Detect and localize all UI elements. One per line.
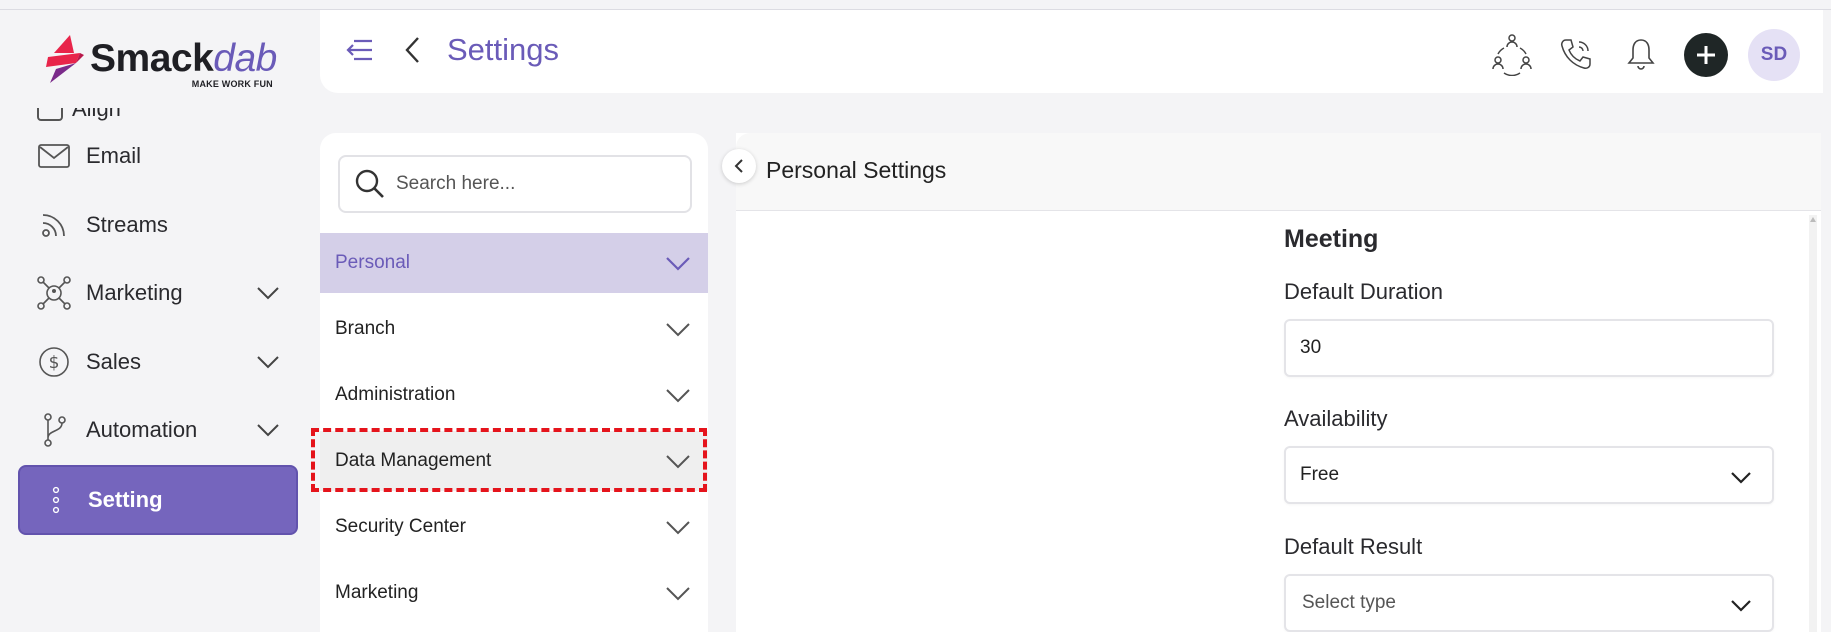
content-header: Personal Settings (722, 133, 1821, 211)
settings-menu-item-marketing[interactable]: Marketing (320, 563, 708, 623)
settings-menu-item-data-management[interactable]: Data Management (320, 431, 708, 491)
team-network-icon[interactable] (1490, 32, 1534, 76)
kebab-dots-icon (38, 482, 74, 518)
settings-menu-item-label: Data Management (335, 450, 492, 471)
sidebar-item-partial-label: Align (72, 108, 121, 121)
chevron-down-icon (664, 449, 692, 473)
sidebar-item-email[interactable]: Email (18, 124, 298, 188)
settings-menu-item-label: Branch (335, 318, 396, 339)
marketing-network-icon (36, 275, 72, 311)
search-input[interactable] (396, 173, 676, 195)
personal-settings-panel: Personal Settings Meeting Default Durati… (722, 133, 1821, 632)
avatar[interactable]: SD (1748, 29, 1800, 81)
settings-menu-item-personal[interactable]: Personal (320, 233, 708, 293)
settings-menu-item-label: Personal (335, 252, 410, 273)
smackdab-logo-icon (44, 33, 86, 85)
content-scrollbar[interactable] (1809, 215, 1817, 632)
top-header: Settings SD (320, 10, 1823, 93)
brand-logo[interactable]: Smackdab MAKE WORK FUN (44, 28, 284, 90)
phone-icon[interactable] (1554, 32, 1598, 76)
app-root: Smackdab MAKE WORK FUN Align Email Strea… (0, 0, 1831, 632)
brand-name-part2: dab (213, 37, 277, 80)
sidebar-item-marketing[interactable]: Marketing (18, 261, 298, 325)
brand-name-part1: Smack (90, 37, 214, 80)
plus-icon[interactable] (1684, 33, 1728, 77)
chevron-down-icon (664, 251, 692, 275)
back-chevron-icon[interactable] (398, 32, 428, 68)
brand-wordmark: Smackdab MAKE WORK FUN (90, 37, 277, 90)
bell-icon[interactable] (1619, 32, 1663, 76)
settings-menu-item-label: Marketing (335, 582, 419, 603)
chevron-down-icon (664, 317, 692, 341)
collapse-panel-button[interactable] (722, 149, 756, 183)
chevron-down-icon (664, 515, 692, 539)
sidebar: Smackdab MAKE WORK FUN Align Email Strea… (0, 10, 320, 632)
sidebar-item-label: Automation (86, 417, 198, 442)
default-result-placeholder: Select type (1302, 592, 1396, 613)
dollar-coin-icon: $ (36, 344, 72, 380)
default-result-select[interactable]: Select type (1284, 574, 1774, 632)
default-duration-input[interactable]: 30 (1284, 319, 1774, 377)
section-heading-meeting: Meeting (1284, 225, 1379, 253)
branch-icon (36, 412, 72, 448)
chevron-down-icon[interactable] (256, 283, 280, 303)
sidebar-item-setting[interactable]: Setting (18, 465, 298, 535)
chevron-down-icon (664, 383, 692, 407)
brand-tagline: MAKE WORK FUN (191, 79, 273, 89)
mail-icon (36, 138, 72, 174)
sidebar-item-label: Marketing (86, 280, 183, 305)
chevron-down-icon (1728, 594, 1754, 616)
default-duration-label: Default Duration (1284, 279, 1443, 304)
availability-select[interactable]: Free (1284, 446, 1774, 504)
chevron-down-icon (1728, 466, 1754, 488)
search-icon (354, 168, 386, 200)
availability-value: Free (1300, 464, 1340, 485)
sidebar-item-label: Email (86, 143, 142, 168)
sidebar-item-streams[interactable]: Streams (18, 193, 298, 257)
rss-icon (36, 207, 72, 243)
menu-collapse-icon[interactable] (344, 34, 376, 66)
availability-label: Availability (1284, 406, 1388, 431)
sidebar-item-label: Streams (86, 212, 168, 237)
settings-menu-item-administration[interactable]: Administration (320, 365, 708, 425)
content-title: Personal Settings (766, 157, 947, 183)
default-duration-value: 30 (1300, 337, 1322, 358)
chevron-left-icon (734, 159, 743, 173)
sidebar-item-automation[interactable]: Automation (18, 398, 298, 462)
chevron-down-icon (664, 581, 692, 605)
settings-menu-item-label: Administration (335, 384, 456, 405)
chevron-down-icon[interactable] (256, 352, 280, 372)
settings-menu-item-security-center[interactable]: Security Center (320, 497, 708, 557)
search-box[interactable] (338, 155, 692, 213)
sidebar-item-sales[interactable]: $ Sales (18, 330, 298, 394)
svg-text:$: $ (49, 353, 60, 373)
sidebar-item-label: Setting (88, 487, 163, 512)
settings-menu-item-label: Security Center (335, 516, 466, 537)
page-title: Settings (447, 32, 560, 67)
chevron-down-icon[interactable] (256, 420, 280, 440)
settings-menu-panel: Personal Branch Administration Data Mana… (320, 133, 708, 632)
sidebar-item-label: Sales (86, 349, 142, 374)
default-result-label: Default Result (1284, 534, 1423, 559)
settings-menu-item-branch[interactable]: Branch (320, 299, 708, 359)
